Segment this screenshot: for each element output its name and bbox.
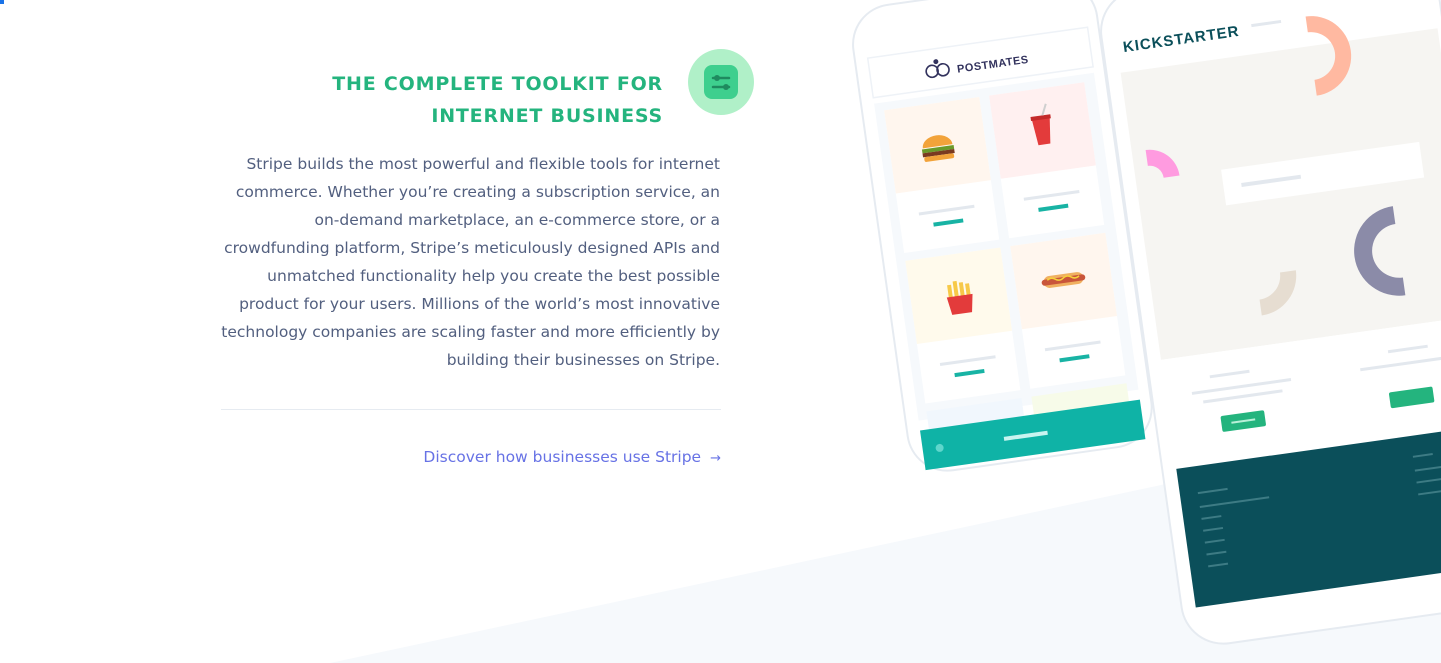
food-card-soda <box>989 82 1105 239</box>
section-description: Stripe builds the most powerful and flex… <box>221 155 720 369</box>
section-heading: THE COMPLETE TOOLKIT FOR INTERNET BUSINE… <box>183 68 663 132</box>
divider <box>221 409 721 410</box>
heading-line-2: INTERNET BUSINESS <box>431 104 663 127</box>
toolkit-sliders-icon <box>688 49 754 115</box>
discover-businesses-link[interactable]: Discover how businesses use Stripe → <box>423 448 721 466</box>
link-label: Discover how businesses use Stripe <box>423 448 702 466</box>
corner-mark <box>0 0 4 4</box>
heading-line-1: THE COMPLETE TOOLKIT FOR <box>332 72 663 95</box>
food-card-burger <box>884 96 1000 253</box>
tablet-mockup: KICKSTARTER <box>1100 0 1441 645</box>
arrow-right-icon: → <box>710 451 721 466</box>
food-card-fries <box>905 247 1021 404</box>
food-card-hotdog <box>1010 232 1126 389</box>
